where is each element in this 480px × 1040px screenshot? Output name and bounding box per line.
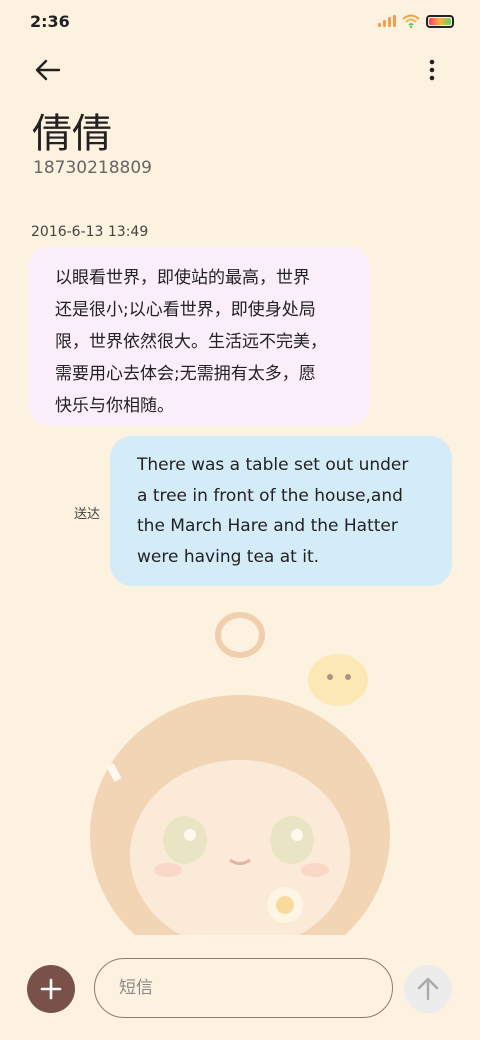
message-input[interactable] <box>94 958 393 1018</box>
arrow-up-icon <box>417 977 439 1001</box>
status-time: 2:36 <box>30 11 70 31</box>
message-line: 限，世界依然很大。生活远不完美， <box>55 332 327 352</box>
wallpaper-illustration <box>90 612 390 935</box>
outgoing-message-bubble[interactable]: There was a table set out under a tree i… <box>110 436 452 586</box>
message-line: 需要用心去体会;无需拥有太多，愿 <box>55 364 316 384</box>
send-button[interactable] <box>404 965 452 1013</box>
more-options-button[interactable] <box>414 52 450 88</box>
status-icons <box>378 14 454 28</box>
plus-icon <box>40 978 62 1000</box>
wifi-icon <box>402 14 420 28</box>
message-timestamp: 2016-6-13 13:49 <box>31 224 149 240</box>
contact-name: 倩倩 <box>32 111 112 157</box>
message-line: There was a table set out under <box>137 455 409 475</box>
back-arrow-icon <box>35 59 61 81</box>
status-bar: 2:36 <box>0 0 480 42</box>
message-line: were having tea at it. <box>137 546 320 567</box>
top-bar <box>0 46 480 92</box>
composer-bar <box>0 956 480 1020</box>
battery-icon <box>426 14 454 28</box>
delivery-status: 送达 <box>74 507 101 522</box>
add-attachment-button[interactable] <box>27 965 75 1013</box>
incoming-message-bubble[interactable]: 以眼看世界，即使站的最高，世界 还是很小;以心看世界，即使身处局 限，世界依然很… <box>28 246 370 426</box>
signal-icon <box>378 15 396 27</box>
message-line: 以眼看世界，即使站的最高，世界 <box>55 268 310 288</box>
message-line: a tree in front of the house,and <box>137 485 403 506</box>
message-line: 快乐与你相随。 <box>55 396 174 416</box>
contact-number[interactable]: 18730218809 <box>33 158 152 178</box>
more-vertical-icon <box>429 59 435 81</box>
message-line: 还是很小;以心看世界，即使身处局 <box>55 300 316 320</box>
back-button[interactable] <box>30 52 66 88</box>
message-line: the March Hare and the Hatter <box>137 516 398 536</box>
